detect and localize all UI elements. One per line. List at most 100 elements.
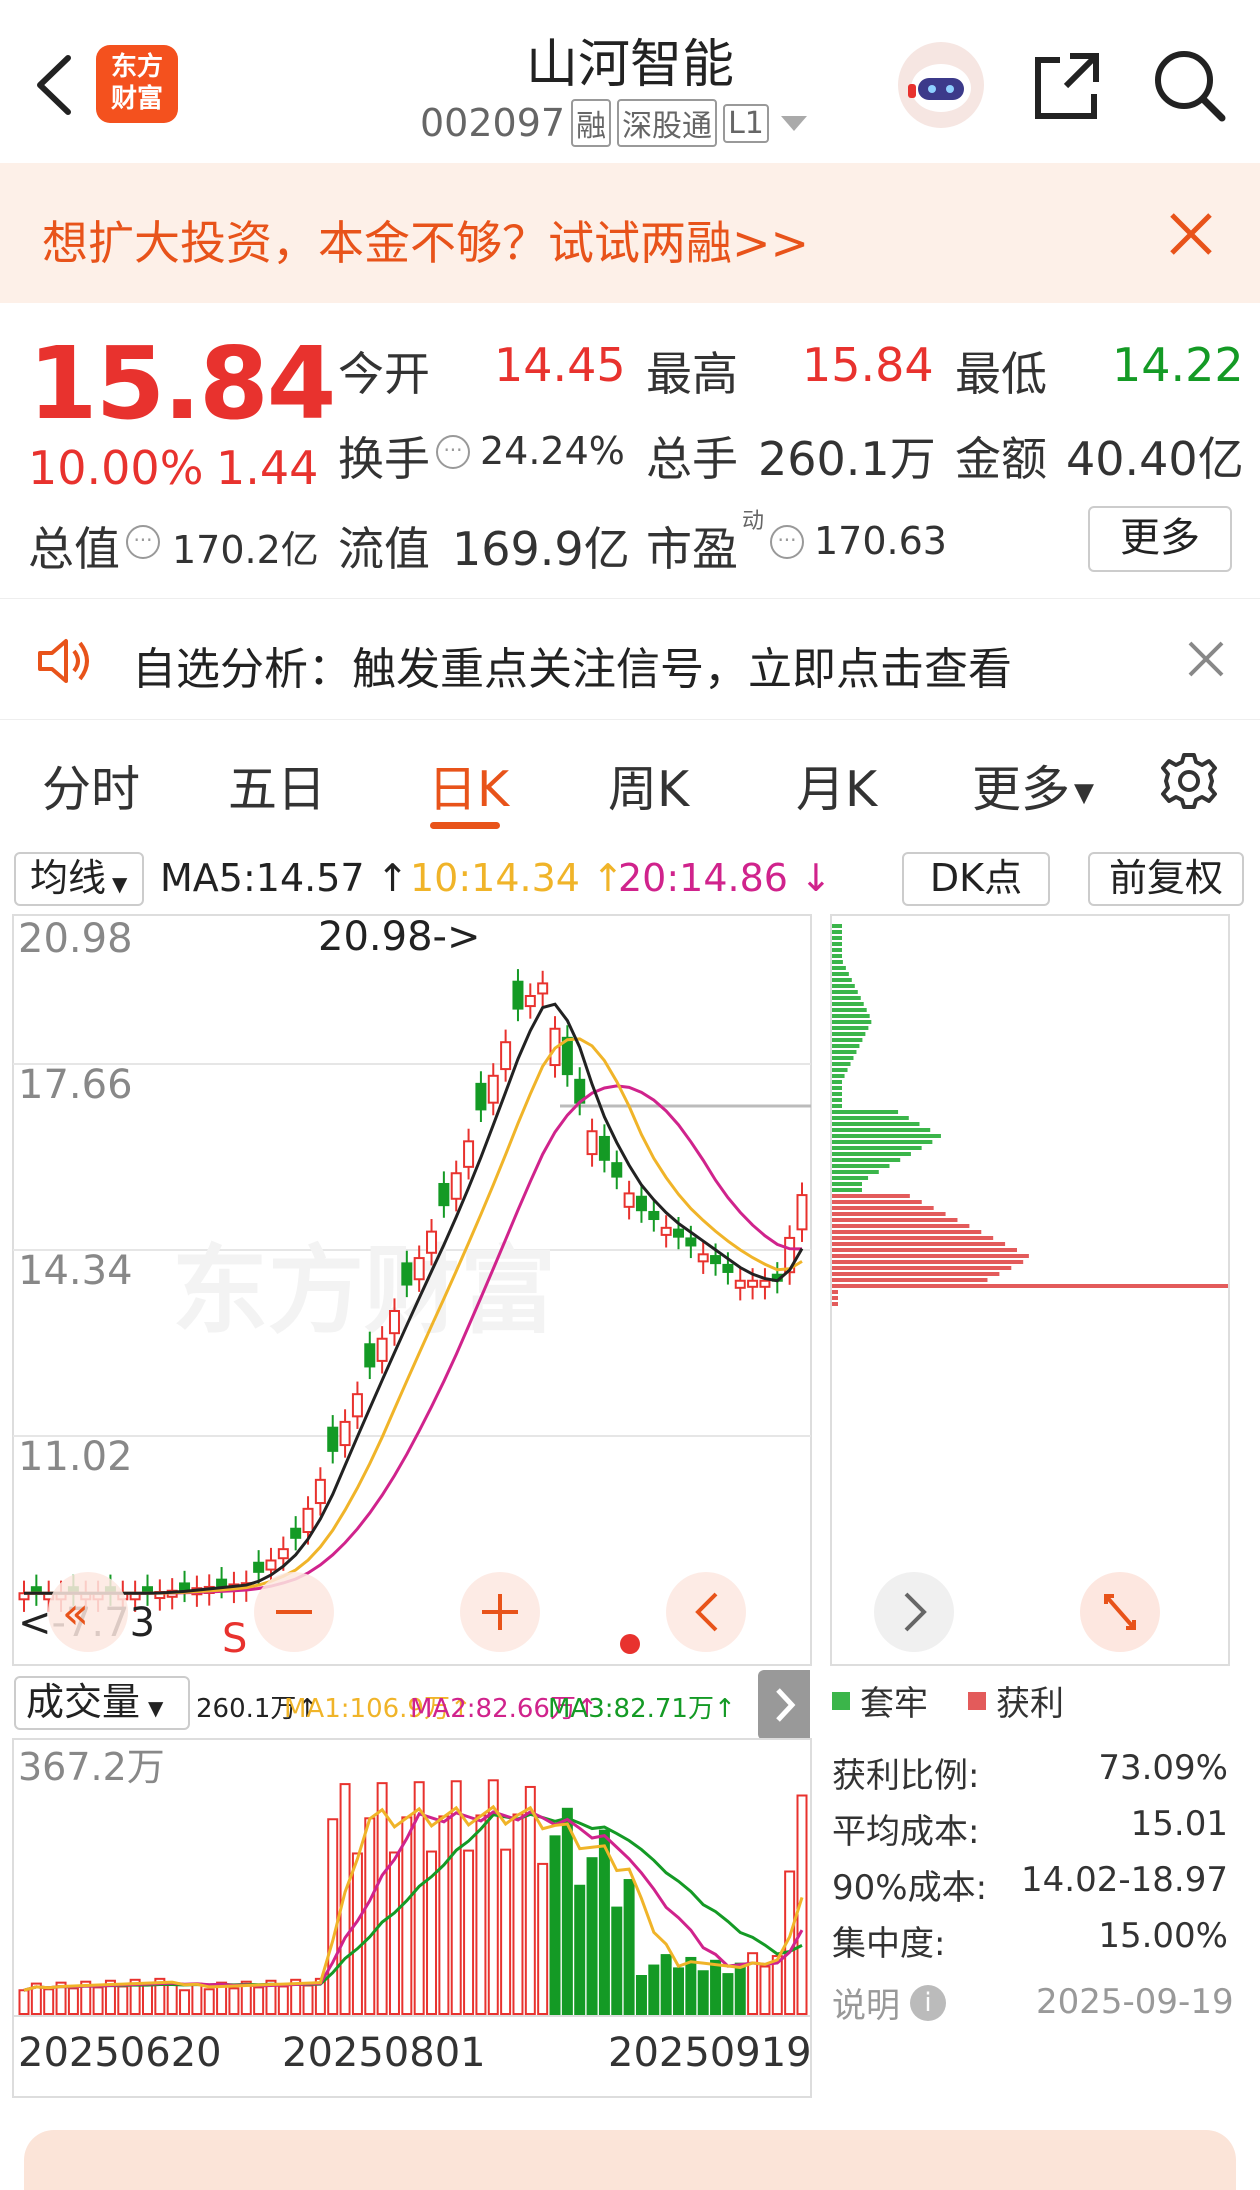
rewind-button[interactable]: « <box>48 1572 128 1652</box>
margin-promo-banner[interactable]: 想扩大投资，本金不够？试试两融>> <box>0 163 1260 303</box>
tab-five-day[interactable]: 五日 <box>228 750 326 821</box>
candle-body <box>314 1478 326 1505</box>
app-logo[interactable]: 东方 财富 <box>96 45 178 123</box>
chip-bar <box>832 1050 857 1054</box>
chip-bar <box>832 1146 922 1150</box>
volume-bar <box>759 1965 771 2015</box>
search-icon[interactable] <box>1150 46 1230 126</box>
ma-selector[interactable]: 均线 ▼ <box>14 852 144 906</box>
more-button[interactable]: 更多 <box>1088 506 1232 572</box>
y-label-max: 20.98 <box>18 916 133 962</box>
chip-note[interactable]: 说明 i <box>832 1978 946 2027</box>
chip-bar <box>832 1248 1017 1252</box>
stat-value: 15.01 <box>1130 1804 1228 1844</box>
svg-text:«: « <box>62 1588 89 1639</box>
candle-body <box>524 994 536 1008</box>
chip-bar <box>832 1290 838 1294</box>
chip-bar <box>832 1104 842 1108</box>
turnover-info-icon[interactable]: ··· <box>436 435 470 469</box>
chip-bar <box>832 1242 1006 1246</box>
mktcap-info-icon[interactable]: ··· <box>126 525 160 559</box>
bottom-action-bar[interactable] <box>24 2130 1236 2190</box>
robot-assistant-icon[interactable] <box>898 42 984 128</box>
mktcap-value: 170.2亿 <box>172 528 319 572</box>
dk-point-button[interactable]: DK点 <box>902 852 1050 906</box>
chip-distribution-chart[interactable] <box>830 914 1230 1666</box>
notice-close-icon[interactable] <box>1184 637 1228 681</box>
max-price-marker: 20.98-> <box>318 914 480 960</box>
settings-gear-icon[interactable] <box>1158 750 1220 812</box>
stat-value: 14.02-18.97 <box>1021 1860 1228 1900</box>
volume-y-label: 367.2万 <box>18 1745 165 1789</box>
candle-body <box>426 1230 438 1254</box>
volume-chart[interactable]: 367.2万 20250620 20250801 20250919 <box>12 1738 812 2098</box>
adjust-button[interactable]: 前复权 <box>1088 852 1244 906</box>
candle-body <box>685 1237 697 1247</box>
volume-bar <box>166 1983 178 2016</box>
share-icon[interactable] <box>1030 48 1106 124</box>
chip-bar <box>832 942 842 946</box>
candle-body <box>450 1172 462 1200</box>
ma-selector-arrow-icon: ▼ <box>112 872 128 896</box>
legend-swatch-profit <box>968 1691 986 1710</box>
fullscreen-button[interactable] <box>1080 1572 1160 1652</box>
analysis-notice[interactable]: 自选分析：触发重点关注信号，立即点击查看 <box>0 598 1260 720</box>
chip-bar <box>832 1200 922 1204</box>
chip-bar <box>832 1086 842 1090</box>
quote-panel: 15.84 10.00% 1.44 今开 14.45 最高 15.84 最低 1… <box>0 303 1260 598</box>
kline-chart[interactable]: 东方财富 20.98 17.66 14.34 11.02 20.98-> <-7… <box>12 914 812 1666</box>
ma20-value: 20:14.86 ↓ <box>618 856 832 900</box>
chip-bar <box>832 984 855 988</box>
speaker-icon <box>34 631 94 691</box>
float-label: 流值 <box>338 522 430 576</box>
pe-info-icon[interactable]: ··· <box>770 525 804 559</box>
volume-bar <box>561 1807 573 2015</box>
close-icon[interactable] <box>1166 209 1216 259</box>
candle-body <box>253 1561 265 1573</box>
tab-intraday[interactable]: 分时 <box>42 750 140 821</box>
stat-row-concentration: 集中度: 15.00% <box>832 1916 1228 1972</box>
chip-bar <box>832 1260 1024 1264</box>
date-label-3: 20250919 <box>608 2030 812 2076</box>
volume-bar <box>524 1785 536 2016</box>
legend-trapped: 套牢 <box>860 1684 928 1724</box>
y-label-4: 11.02 <box>18 1434 133 1480</box>
tab-monthly-k[interactable]: 月K <box>796 750 877 821</box>
tab-weekly-k[interactable]: 周K <box>608 750 689 821</box>
low-label: 最低 <box>955 347 1047 401</box>
volume-selector[interactable]: 成交量 ▼ <box>14 1676 190 1730</box>
volume-ma3: MA3:82.71万↑ <box>548 1694 736 1724</box>
candle-body <box>623 1192 635 1208</box>
tab-more[interactable]: 更多 ▼ <box>972 750 1094 821</box>
candle-body <box>179 1582 191 1591</box>
chip-bar <box>832 1044 860 1048</box>
turnover-label: 换手 <box>338 432 430 486</box>
candle-body <box>648 1210 660 1221</box>
chip-bar <box>832 996 861 1000</box>
chip-bar <box>832 1008 867 1012</box>
dropdown-icon[interactable] <box>780 115 807 131</box>
expand-arrow-button[interactable] <box>758 1670 810 1740</box>
chip-date: 2025-09-19 <box>1036 1982 1234 2022</box>
zoom-out-button[interactable] <box>254 1572 334 1652</box>
chip-bar <box>832 1080 842 1084</box>
volume-bar <box>327 1818 339 2015</box>
legend-profit: 获利 <box>996 1684 1064 1724</box>
ma-selector-label: 均线 <box>30 856 107 900</box>
back-icon[interactable] <box>28 50 78 120</box>
next-button[interactable] <box>874 1572 954 1652</box>
chip-bar <box>832 1302 838 1306</box>
tab-daily-k[interactable]: 日K <box>428 750 509 821</box>
stock-code-row[interactable]: 002097 融 深股通 L1 <box>420 99 807 147</box>
volume-bar <box>710 1959 722 2016</box>
chip-bar <box>832 1116 909 1120</box>
change-pct: 10.00% <box>28 441 204 495</box>
candle-body <box>302 1507 314 1534</box>
date-label-2: 20250801 <box>282 2030 486 2076</box>
prev-button[interactable] <box>666 1572 746 1652</box>
tag-connect: 深股通 <box>617 99 718 147</box>
volume-bar <box>697 1970 709 2015</box>
chip-bar <box>832 1014 870 1018</box>
zoom-in-button[interactable] <box>460 1572 540 1652</box>
y-label-2: 17.66 <box>18 1062 133 1108</box>
